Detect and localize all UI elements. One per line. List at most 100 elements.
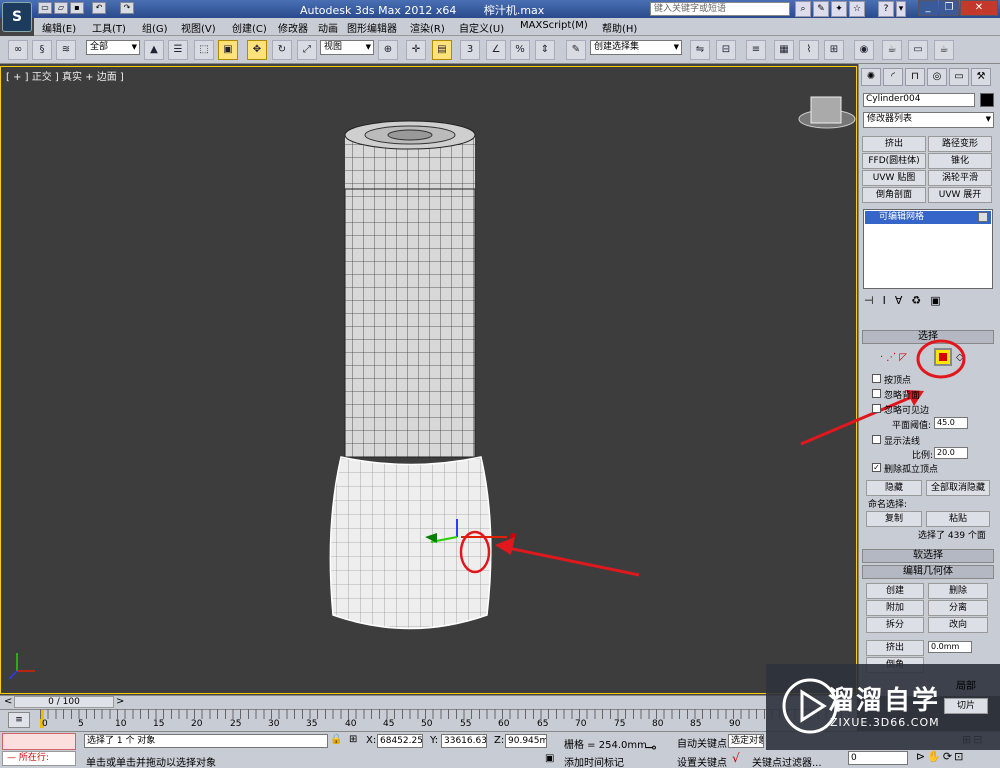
binoculars-icon[interactable]: ⌕	[795, 1, 811, 17]
stack-item-toggle-icon[interactable]	[978, 212, 988, 222]
render-production-icon[interactable]: ☕	[934, 40, 954, 60]
minimize-button[interactable]: _	[918, 0, 938, 16]
set-key-button[interactable]: 设置关键点	[677, 754, 727, 768]
unlink-icon[interactable]: §	[32, 40, 52, 60]
add-time-tag-button[interactable]: 添加时间标记	[564, 754, 624, 768]
modifier-ffd-button[interactable]: FFD(圆柱体)	[862, 153, 926, 169]
copy-button[interactable]: 复制	[866, 511, 922, 527]
selection-filter-dropdown[interactable]: 全部	[86, 40, 140, 55]
time-tag-icon[interactable]: ▣	[545, 753, 554, 764]
angle-snap-icon[interactable]: ∠	[486, 40, 506, 60]
modifier-uvw-map-button[interactable]: UVW 贴图	[862, 170, 926, 186]
wrench-icon[interactable]: ✎	[813, 1, 829, 17]
show-end-result-icon[interactable]: Ⅰ	[883, 294, 895, 307]
community-icon[interactable]: ✦	[831, 1, 847, 17]
menu-maxscript[interactable]: MAXScript(M)	[520, 20, 588, 31]
view-cube[interactable]	[798, 96, 856, 129]
modifier-path-deform-button[interactable]: 路径变形	[928, 136, 992, 152]
lock-selection-icon[interactable]: 🔒	[330, 734, 342, 745]
maximize-viewport-icon[interactable]: ⊡	[954, 750, 965, 763]
maxscript-mini-listener[interactable]: — 所在行:	[2, 751, 76, 766]
x-coord-field[interactable]: 68452.256	[377, 734, 423, 748]
menu-rendering[interactable]: 渲染(R)	[410, 20, 445, 35]
current-frame-field[interactable]: 0	[848, 751, 908, 765]
menu-views[interactable]: 视图(V)	[181, 20, 216, 35]
bind-space-warp-icon[interactable]: ≋	[56, 40, 76, 60]
hierarchy-tab-icon[interactable]: ⊓	[905, 68, 925, 86]
viewport-label[interactable]: [ + ] 正交 ] 真实 + 边面 ]	[6, 68, 124, 83]
divide-button[interactable]: 拆分	[866, 617, 924, 633]
select-object-icon[interactable]: ▲	[144, 40, 164, 60]
modifier-taper-button[interactable]: 锥化	[928, 153, 992, 169]
move-icon[interactable]: ✥	[247, 40, 267, 60]
extrude-spinner[interactable]: 0.0mm	[928, 641, 972, 653]
turn-button[interactable]: 改向	[928, 617, 988, 633]
scale-spinner[interactable]: 20.0	[934, 447, 968, 459]
close-button[interactable]: ✕	[960, 0, 998, 16]
snaps-toggle-icon[interactable]: 3	[460, 40, 480, 60]
schematic-view-icon[interactable]: ⊞	[824, 40, 844, 60]
key-filters-button[interactable]: 关键点过滤器...	[752, 754, 822, 768]
hide-button[interactable]: 隐藏	[866, 480, 922, 496]
utilities-tab-icon[interactable]: ⚒	[971, 68, 991, 86]
graphite-tools-icon[interactable]: ▦	[774, 40, 794, 60]
slice-button[interactable]: 切片	[944, 698, 988, 714]
pan-view-icon[interactable]: ✋	[927, 750, 943, 763]
menu-help[interactable]: 帮助(H)	[602, 20, 637, 35]
pin-stack-icon[interactable]: ⊣	[864, 294, 883, 307]
attach-button[interactable]: 附加	[866, 600, 924, 616]
z-coord-field[interactable]: 90.945mm	[505, 734, 547, 748]
perspective-viewport[interactable]	[0, 66, 857, 694]
menu-edit[interactable]: 编辑(E)	[42, 20, 76, 35]
time-prev-icon[interactable]: <	[4, 696, 12, 707]
redo-icon[interactable]: ↷	[120, 2, 134, 14]
rect-selection-icon[interactable]: ⬚	[194, 40, 214, 60]
named-selection-dropdown[interactable]: 创建选择集	[590, 40, 682, 55]
pivot-center-icon[interactable]: ⊕	[378, 40, 398, 60]
orbit-icon[interactable]: ⟳	[943, 750, 954, 763]
modifier-turbosmooth-button[interactable]: 涡轮平滑	[928, 170, 992, 186]
maxscript-listener[interactable]	[2, 733, 76, 750]
paste-button[interactable]: 粘贴	[926, 511, 990, 527]
menu-create[interactable]: 创建(C)	[232, 20, 267, 35]
field-of-view-icon[interactable]: ⊳	[916, 750, 927, 763]
modifier-list-dropdown[interactable]: 修改器列表	[863, 112, 994, 128]
show-normals-checkbox[interactable]	[872, 435, 881, 444]
select-by-name-icon[interactable]: ☰	[168, 40, 188, 60]
select-manipulate-icon[interactable]: ✛	[406, 40, 426, 60]
star-icon[interactable]: ☆	[849, 1, 865, 17]
display-tab-icon[interactable]: ▭	[949, 68, 969, 86]
restore-button[interactable]: ❐	[939, 0, 959, 16]
menu-group[interactable]: 组(G)	[142, 20, 168, 35]
window-crossing-icon[interactable]: ▣	[218, 40, 238, 60]
configure-sets-icon[interactable]: ▣	[930, 294, 949, 307]
detach-button[interactable]: 分离	[928, 600, 988, 616]
remove-modifier-icon[interactable]: ♻	[911, 294, 930, 307]
layer-manager-icon[interactable]: ≡	[746, 40, 766, 60]
scale-icon[interactable]: ⤢	[297, 40, 317, 60]
y-coord-field[interactable]: 33616.63n	[441, 734, 487, 748]
mirror-icon[interactable]: ⇋	[690, 40, 710, 60]
by-vertex-checkbox[interactable]	[872, 374, 881, 383]
open-file-icon[interactable]: ▱	[54, 2, 68, 14]
set-key-icon[interactable]: ⊸	[645, 740, 657, 756]
face-mode-icon[interactable]: ◸	[899, 352, 910, 363]
save-file-icon[interactable]: ▪	[70, 2, 84, 14]
reference-coord-dropdown[interactable]: 视图	[320, 40, 374, 55]
absolute-mode-icon[interactable]: ⊞	[349, 734, 357, 745]
create-button[interactable]: 创建	[866, 583, 924, 599]
help-icon[interactable]: ?	[878, 1, 894, 17]
object-color-swatch[interactable]	[980, 93, 994, 107]
object-name-field[interactable]: Cylinder004	[863, 93, 975, 107]
time-slider-thumb[interactable]: 0 / 100	[14, 696, 114, 708]
undo-icon[interactable]: ↶	[92, 2, 106, 14]
spinner-snap-icon[interactable]: ⇕	[535, 40, 555, 60]
stack-item-editable-mesh[interactable]: 可编辑网格	[865, 211, 991, 224]
menu-graph-editors[interactable]: 图形编辑器	[347, 20, 397, 35]
curve-editor-mini-icon[interactable]: ≡	[8, 712, 30, 728]
align-icon[interactable]: ⊟	[716, 40, 736, 60]
edit-geometry-rollout-header[interactable]: 编辑几何体	[862, 565, 994, 579]
modify-tab-icon[interactable]: ◜	[883, 68, 903, 86]
make-unique-icon[interactable]: ∀	[895, 294, 912, 307]
edge-mode-icon[interactable]: ⋰	[886, 352, 899, 363]
